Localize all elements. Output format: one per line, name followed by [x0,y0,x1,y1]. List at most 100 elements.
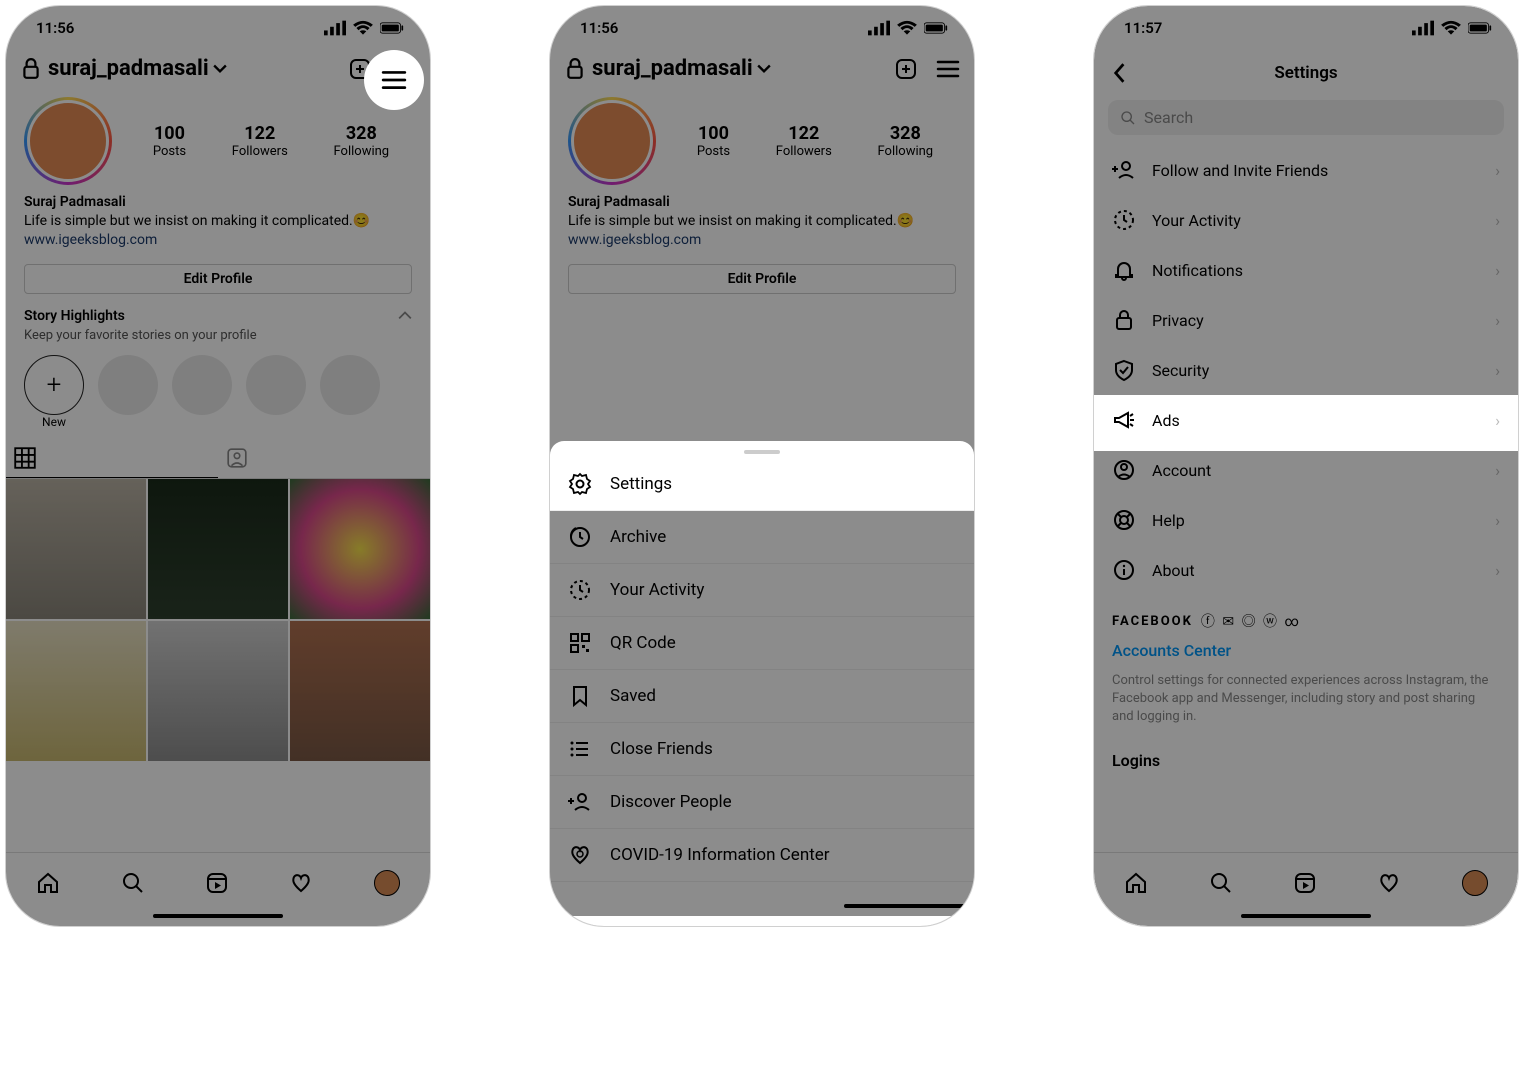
heart-icon[interactable] [1377,871,1401,895]
nav-profile-avatar[interactable] [374,870,400,896]
settings-item-ads[interactable]: Ads › [1094,395,1518,445]
tagged-icon [226,447,248,469]
tab-tagged[interactable] [218,439,430,478]
bio: Suraj Padmasali Life is simple but we in… [6,189,430,254]
list-icon [568,737,592,761]
menu-label: Close Friends [610,739,713,759]
hamburger-button[interactable] [364,50,424,110]
menu-label: Settings [610,474,672,494]
status-time: 11:56 [36,19,74,37]
post-thumbnail[interactable] [290,621,430,761]
stat-posts[interactable]: 100Posts [153,123,186,159]
accounts-center-link[interactable]: Accounts Center [1094,637,1518,668]
chevron-right-icon: › [1495,161,1500,180]
highlight-new[interactable]: + New [24,355,84,429]
edit-profile-button[interactable]: Edit Profile [568,264,956,294]
settings-item-notifications[interactable]: Notifications › [1094,245,1518,295]
menu-item-discover[interactable]: Discover People [550,776,974,829]
menu-bottom-sheet: Settings Archive Your Activity QR Code S… [550,441,974,926]
stat-followers[interactable]: 122Followers [776,123,832,159]
reels-icon[interactable] [205,871,229,895]
nav-profile-avatar[interactable] [1462,870,1488,896]
display-name: Suraj Padmasali [24,193,412,212]
hamburger-icon[interactable] [936,60,960,78]
settings-item-activity[interactable]: Your Activity › [1094,195,1518,245]
bio-link[interactable]: www.igeeksblog.com [568,231,956,250]
settings-label: Ads [1152,411,1180,430]
menu-item-saved[interactable]: Saved [550,670,974,723]
chevron-right-icon: › [1495,511,1500,530]
settings-item-help[interactable]: Help › [1094,495,1518,545]
settings-label: Follow and Invite Friends [1152,161,1328,180]
highlight-placeholder [246,355,306,415]
post-thumbnail[interactable] [6,479,146,619]
menu-item-qr[interactable]: QR Code [550,617,974,670]
post-thumbnail[interactable] [148,479,288,619]
qr-icon [568,631,592,655]
edit-profile-button[interactable]: Edit Profile [24,264,412,294]
highlights-title: Story Highlights [24,308,125,324]
chevron-right-icon: › [1495,361,1500,380]
search-icon[interactable] [121,871,145,895]
chevron-right-icon: › [1495,461,1500,480]
heart-icon[interactable] [289,871,313,895]
logins-header: Logins [1094,741,1518,776]
wifi-icon [352,17,374,39]
stat-following[interactable]: 328Following [334,123,390,159]
tab-grid[interactable] [6,439,218,478]
sheet-handle[interactable] [744,450,780,454]
stat-followers[interactable]: 122Followers [232,123,288,159]
menu-label: QR Code [610,633,676,653]
highlights-header[interactable]: Story Highlights [6,304,430,328]
stat-following[interactable]: 328Following [878,123,934,159]
menu-item-settings[interactable]: Settings [550,458,974,511]
menu-item-covid[interactable]: COVID-19 Information Center [550,829,974,882]
reels-icon[interactable] [1293,871,1317,895]
menu-item-close-friends[interactable]: Close Friends [550,723,974,776]
chevron-right-icon: › [1495,561,1500,580]
post-thumbnail[interactable] [6,621,146,761]
chevron-right-icon: › [1495,411,1500,430]
search-icon[interactable] [1209,871,1233,895]
megaphone-icon [1112,408,1136,432]
post-thumbnail[interactable] [148,621,288,761]
facebook-section-header: FACEBOOK ⓕ ✉ ◎ ⓦ ∞ [1094,595,1518,637]
back-icon[interactable] [1108,62,1130,84]
post-thumbnail[interactable] [290,479,430,619]
settings-item-security[interactable]: Security › [1094,345,1518,395]
menu-label: Your Activity [610,580,704,600]
stat-posts[interactable]: 100Posts [697,123,730,159]
status-bar: 11:56 [550,6,974,50]
settings-item-about[interactable]: About › [1094,545,1518,595]
screen-menu-sheet: 11:56 suraj_padmasali 100Posts 122Follow… [550,6,974,926]
settings-label: Security [1152,361,1209,380]
archive-icon [568,525,592,549]
bio-text: Life is simple but we insist on making i… [568,212,956,231]
username-text: suraj_padmasali [48,56,209,81]
home-icon[interactable] [36,871,60,895]
settings-label: Notifications [1152,261,1243,280]
lock-icon [20,58,42,80]
profile-avatar[interactable] [24,97,112,185]
home-icon[interactable] [1124,871,1148,895]
bio-link[interactable]: www.igeeksblog.com [24,231,412,250]
bookmark-icon [568,684,592,708]
settings-item-account[interactable]: Account › [1094,445,1518,495]
activity-icon [568,578,592,602]
new-post-icon[interactable] [894,57,918,81]
settings-label: Privacy [1152,311,1204,330]
chevron-up-icon [398,309,412,323]
heart-info-icon [568,843,592,867]
username-dropdown[interactable]: suraj_padmasali [48,56,342,81]
settings-search[interactable]: Search [1108,100,1504,135]
wifi-icon [896,17,918,39]
username-dropdown[interactable]: suraj_padmasali [592,56,888,81]
profile-avatar[interactable] [568,97,656,185]
menu-item-archive[interactable]: Archive [550,511,974,564]
settings-item-privacy[interactable]: Privacy › [1094,295,1518,345]
screen-settings: 11:57 Settings Search Follow and Invite … [1094,6,1518,926]
shield-icon [1112,358,1136,382]
highlight-placeholder [98,355,158,415]
menu-item-activity[interactable]: Your Activity [550,564,974,617]
settings-item-follow[interactable]: Follow and Invite Friends › [1094,145,1518,195]
